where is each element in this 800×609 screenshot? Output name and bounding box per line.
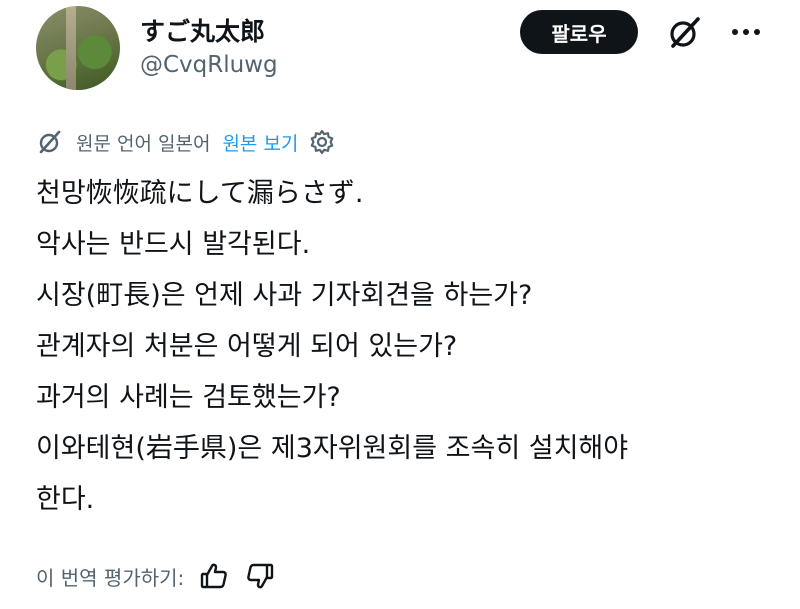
tweet-text: 천망恢恢疏にして漏らさず. 악사는 반드시 발각된다. 시장(町長)은 언제 사… (36, 168, 776, 525)
tweet-line: 관계자의 처분은 어떻게 되어 있는가? (36, 331, 458, 362)
rate-translation-label: 이 번역 평가하기: (36, 565, 185, 590)
translation-bar: 원문 언어 일본어 원본 보기 (36, 126, 336, 158)
thumbs-down-icon[interactable] (244, 560, 276, 592)
translate-grok-icon (39, 130, 61, 154)
tweet-line: 악사는 반드시 발각된다. (36, 229, 311, 260)
tweet-line: 천망恢恢疏にして漏らさず. (36, 178, 364, 209)
user-handle[interactable]: @CvqRluwg (140, 52, 278, 78)
show-original-link[interactable]: 원본 보기 (222, 129, 298, 156)
tweet-header: すご丸太郎 @CvqRluwg 팔로우 (0, 0, 800, 110)
source-language-label: 원문 언어 일본어 (76, 132, 211, 155)
follow-button[interactable]: 팔로우 (520, 10, 638, 54)
gear-icon[interactable] (308, 128, 336, 156)
display-name[interactable]: すご丸太郎 (140, 12, 265, 48)
tweet-line: 시장(町長)은 언제 사과 기자회견을 하는가? (36, 280, 533, 311)
thumbs-up-icon[interactable] (198, 560, 230, 592)
more-dots-icon[interactable] (728, 20, 764, 44)
tweet-line: 이와테현(岩手県)은 제3자위원회를 조속히 설치해야 (36, 433, 629, 464)
grok-slash-icon[interactable] (666, 14, 704, 52)
tweet-line: 과거의 사례는 검토했는가? (36, 382, 341, 413)
tweet-line: 한다. (36, 484, 95, 515)
avatar[interactable] (36, 6, 120, 90)
rate-translation-bar: 이 번역 평가하기: (36, 556, 276, 596)
